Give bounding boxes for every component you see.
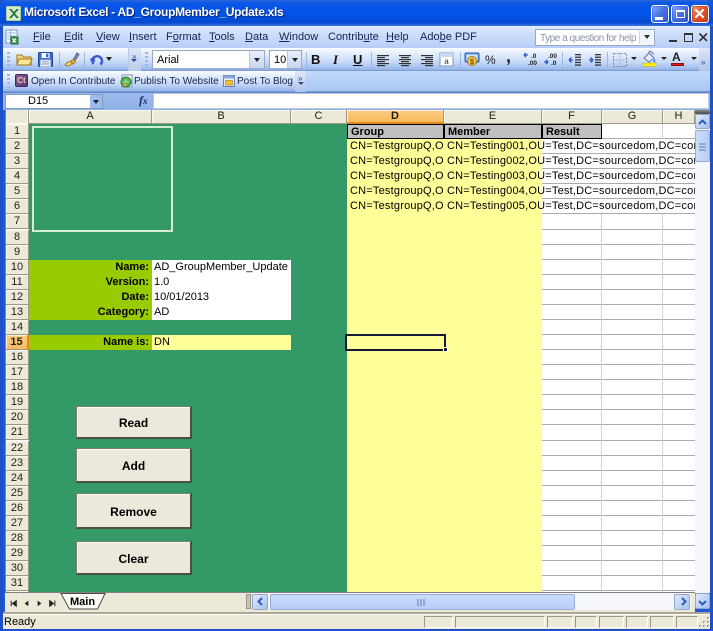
svg-text:.00: .00	[528, 60, 537, 67]
svg-text:a: a	[444, 57, 449, 66]
svg-text:.0: .0	[551, 60, 557, 67]
svg-text:.0: .0	[531, 53, 537, 60]
svg-text:.00: .00	[548, 53, 557, 60]
